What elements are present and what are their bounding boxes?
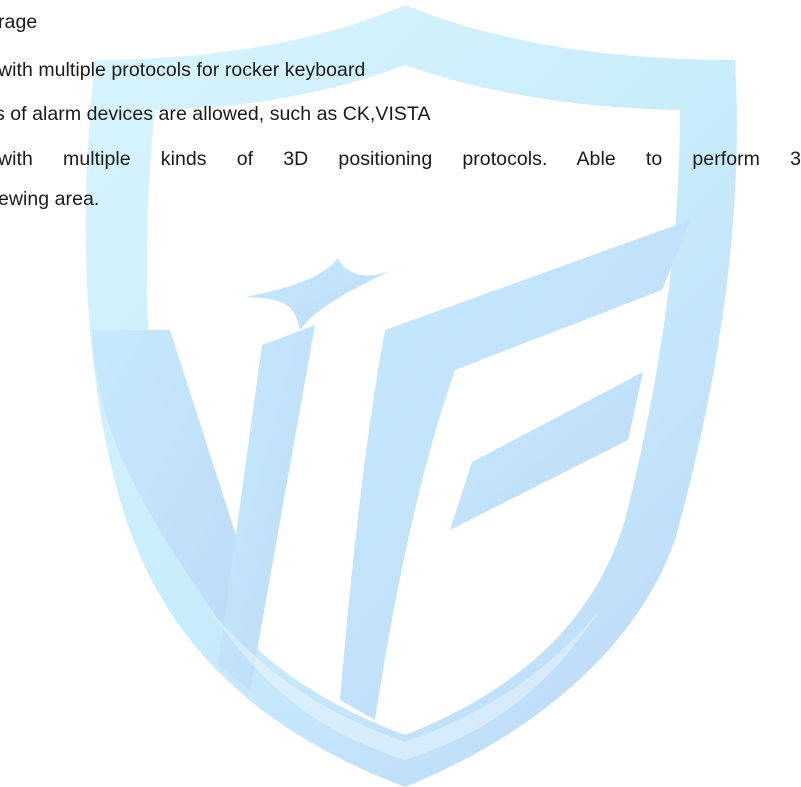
- text-line-5: ewing area.: [0, 188, 100, 210]
- text-line-3: s of alarm devices are allowed, such as …: [0, 103, 431, 125]
- logo-f-bar-icon: [450, 372, 643, 530]
- text-line-2: with multiple protocols for rocker keybo…: [0, 59, 366, 81]
- text-line-4: with multiple kinds of 3D positioning pr…: [0, 148, 801, 170]
- logo-star-icon: [245, 258, 405, 330]
- text-line-1: rage: [0, 11, 38, 33]
